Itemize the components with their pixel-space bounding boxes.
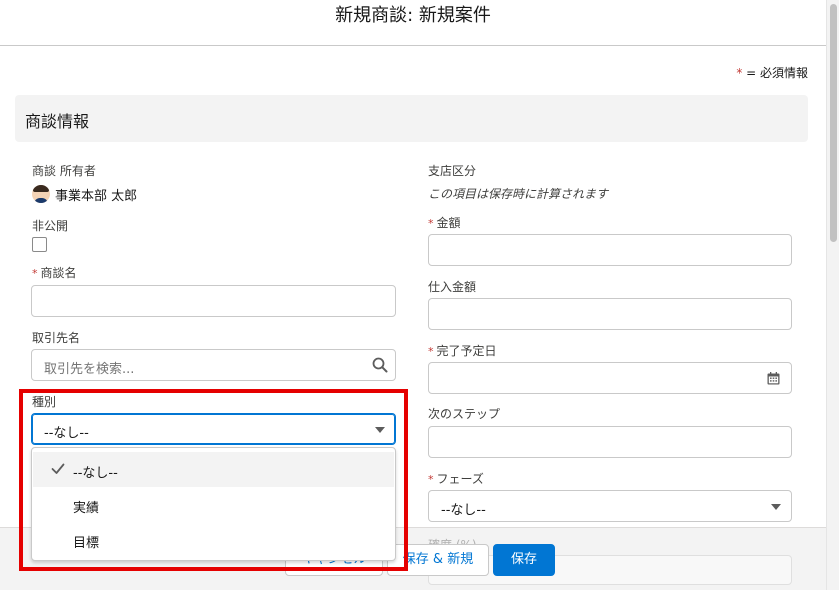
section-title: 商談情報 [25,112,90,131]
type-dropdown-listbox: --なし-- 実績 目標 [31,447,396,561]
close-date-label-text: 完了予定日 [436,344,497,358]
amount-label-text: 金額 [436,216,461,230]
section-header[interactable]: 商談情報 [15,95,808,142]
branch-calc-note: この項目は保存時に計算されます [428,187,609,201]
type-select[interactable]: --なし-- [31,413,396,445]
amount-label: * 金額 [428,215,461,232]
calendar-icon[interactable] [767,372,780,385]
dropdown-option-label: --なし-- [73,466,118,481]
owner-name: 事業本部 太郎 [55,188,138,204]
owner-row: 事業本部 太郎 [32,185,138,204]
required-star: * [32,267,38,280]
type-label: 種別 [32,395,57,409]
chevron-down-icon [375,427,385,433]
dropdown-option-label: 実績 [73,501,100,516]
dropdown-option-none[interactable]: --なし-- [33,452,394,487]
owner-label: 商談 所有者 [32,164,96,178]
check-icon [51,463,65,474]
dropdown-option-target[interactable]: 目標 [33,522,394,557]
dropdown-option-actual[interactable]: 実績 [33,487,394,522]
close-date-label: * 完了予定日 [428,343,497,360]
required-star: * [428,345,434,358]
required-note-text: = 必須情報 [742,66,808,80]
save-button[interactable]: 保存 [493,544,555,576]
branch-label: 支店区分 [428,164,477,178]
required-star: * [428,217,434,230]
cost-label: 仕入金額 [428,280,477,294]
avatar [32,185,50,203]
modal-title: 新規商談: 新規案件 [335,5,491,26]
private-checkbox[interactable] [32,237,47,252]
type-select-value: --なし-- [44,426,89,441]
phase-select-value: --なし-- [441,503,486,518]
next-step-input[interactable] [428,426,792,458]
opp-name-label: * 商談名 [32,265,77,282]
scrollbar-thumb[interactable] [830,4,837,242]
scrollbar-track[interactable] [826,0,839,590]
modal-header: 新規商談: 新規案件 [0,0,826,46]
chevron-down-icon [771,504,781,510]
cost-input[interactable] [428,298,792,330]
required-star: * [428,473,434,486]
phase-label: * フェーズ [428,471,484,488]
account-placeholder: 取引先を検索... [44,362,135,377]
opp-name-input[interactable] [31,285,396,317]
save-and-new-button[interactable]: 保存 & 新規 [387,544,489,576]
private-label: 非公開 [32,219,69,233]
next-step-label: 次のステップ [428,407,501,421]
search-icon[interactable] [372,357,388,373]
required-note: * = 必須情報 [736,64,808,81]
close-date-input[interactable] [428,362,792,394]
phase-select[interactable]: --なし-- [428,490,792,522]
dropdown-option-label: 目標 [73,536,100,551]
account-label: 取引先名 [32,331,81,345]
account-search-input[interactable]: 取引先を検索... [31,349,396,381]
amount-input[interactable] [428,234,792,266]
phase-label-text: フェーズ [436,472,484,486]
opp-name-label-text: 商談名 [40,266,77,280]
